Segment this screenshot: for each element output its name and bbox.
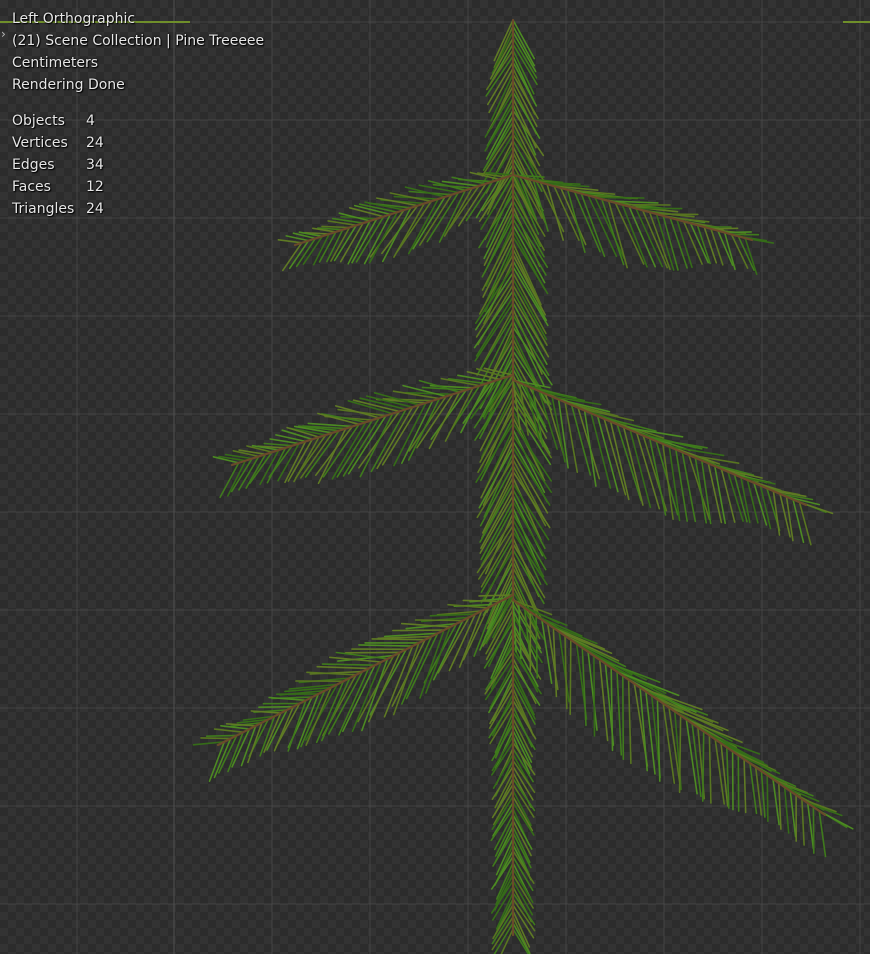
pine-tree-object[interactable]	[0, 0, 870, 954]
pine-needle	[300, 689, 326, 748]
pine-needle	[316, 665, 370, 670]
pine-needle	[662, 702, 676, 785]
pine-needle	[391, 629, 445, 632]
pine-needle	[200, 737, 232, 740]
pine-needle	[462, 599, 502, 603]
pine-needle	[783, 786, 790, 834]
pine-needle	[668, 445, 681, 522]
pine-needle	[710, 228, 724, 266]
pine-needle	[587, 194, 618, 258]
pine-needle	[569, 638, 572, 716]
pine-needle	[792, 498, 805, 544]
branch-stem	[511, 598, 827, 817]
pine-needle	[766, 774, 769, 823]
chevron-right-icon[interactable]: ›	[1, 28, 6, 40]
pine-needle	[587, 650, 598, 731]
pine-needle	[621, 674, 625, 761]
pine-needle	[512, 31, 537, 73]
pine-needle	[541, 619, 553, 685]
pine-needle	[593, 654, 596, 737]
pine-needle	[539, 181, 565, 233]
pine-needle	[512, 922, 531, 954]
pine-needle	[708, 734, 712, 804]
pine-needle	[535, 615, 539, 679]
pine-needle	[760, 770, 766, 818]
pine-needle	[358, 644, 414, 647]
pine-needle	[694, 456, 708, 524]
pine-needle	[818, 810, 827, 858]
pine-needle	[281, 242, 303, 272]
pine-needle	[347, 414, 387, 475]
pine-needle	[806, 802, 815, 850]
pine-needle	[564, 634, 620, 662]
pine-needle	[414, 619, 464, 622]
pine-needle	[258, 705, 295, 709]
pine-needle	[564, 634, 568, 710]
pine-needle	[321, 663, 376, 667]
pine-needle	[205, 734, 238, 738]
pine-needle	[627, 678, 632, 765]
pine-needle	[714, 738, 726, 805]
pine-needle	[544, 393, 565, 456]
pine-needle	[479, 600, 502, 651]
pine-needle	[512, 25, 536, 67]
pine-needle	[798, 501, 812, 546]
pine-needle	[321, 225, 351, 229]
pine-needle	[668, 706, 682, 787]
pine-needle	[512, 217, 547, 276]
pine-needle	[263, 442, 294, 447]
pine-needle	[723, 231, 753, 234]
pine-needle	[208, 740, 226, 783]
pine-needle	[478, 594, 514, 597]
pine-needle	[603, 418, 627, 496]
pine-needle	[743, 758, 747, 814]
pine-needle	[801, 798, 805, 846]
pine-needle	[546, 183, 565, 241]
3d-viewport[interactable]: › Left Orthographic (21) Scene Collectio…	[0, 0, 870, 954]
pine-needle	[678, 714, 682, 794]
pine-needle	[277, 239, 303, 244]
pine-needle	[681, 451, 697, 523]
pine-needle	[789, 790, 797, 838]
pine-needle	[371, 638, 426, 641]
pine-needle	[594, 196, 645, 199]
pine-needle	[558, 631, 570, 703]
pine-needle	[621, 203, 648, 268]
pine-needle	[512, 79, 538, 128]
pine-needle	[701, 730, 705, 802]
pine-needle	[474, 271, 514, 331]
pine-needle	[610, 666, 614, 752]
pine-needle	[512, 19, 536, 60]
pine-needle	[483, 199, 514, 260]
pine-needle	[213, 728, 244, 734]
pine-needle	[616, 670, 623, 756]
